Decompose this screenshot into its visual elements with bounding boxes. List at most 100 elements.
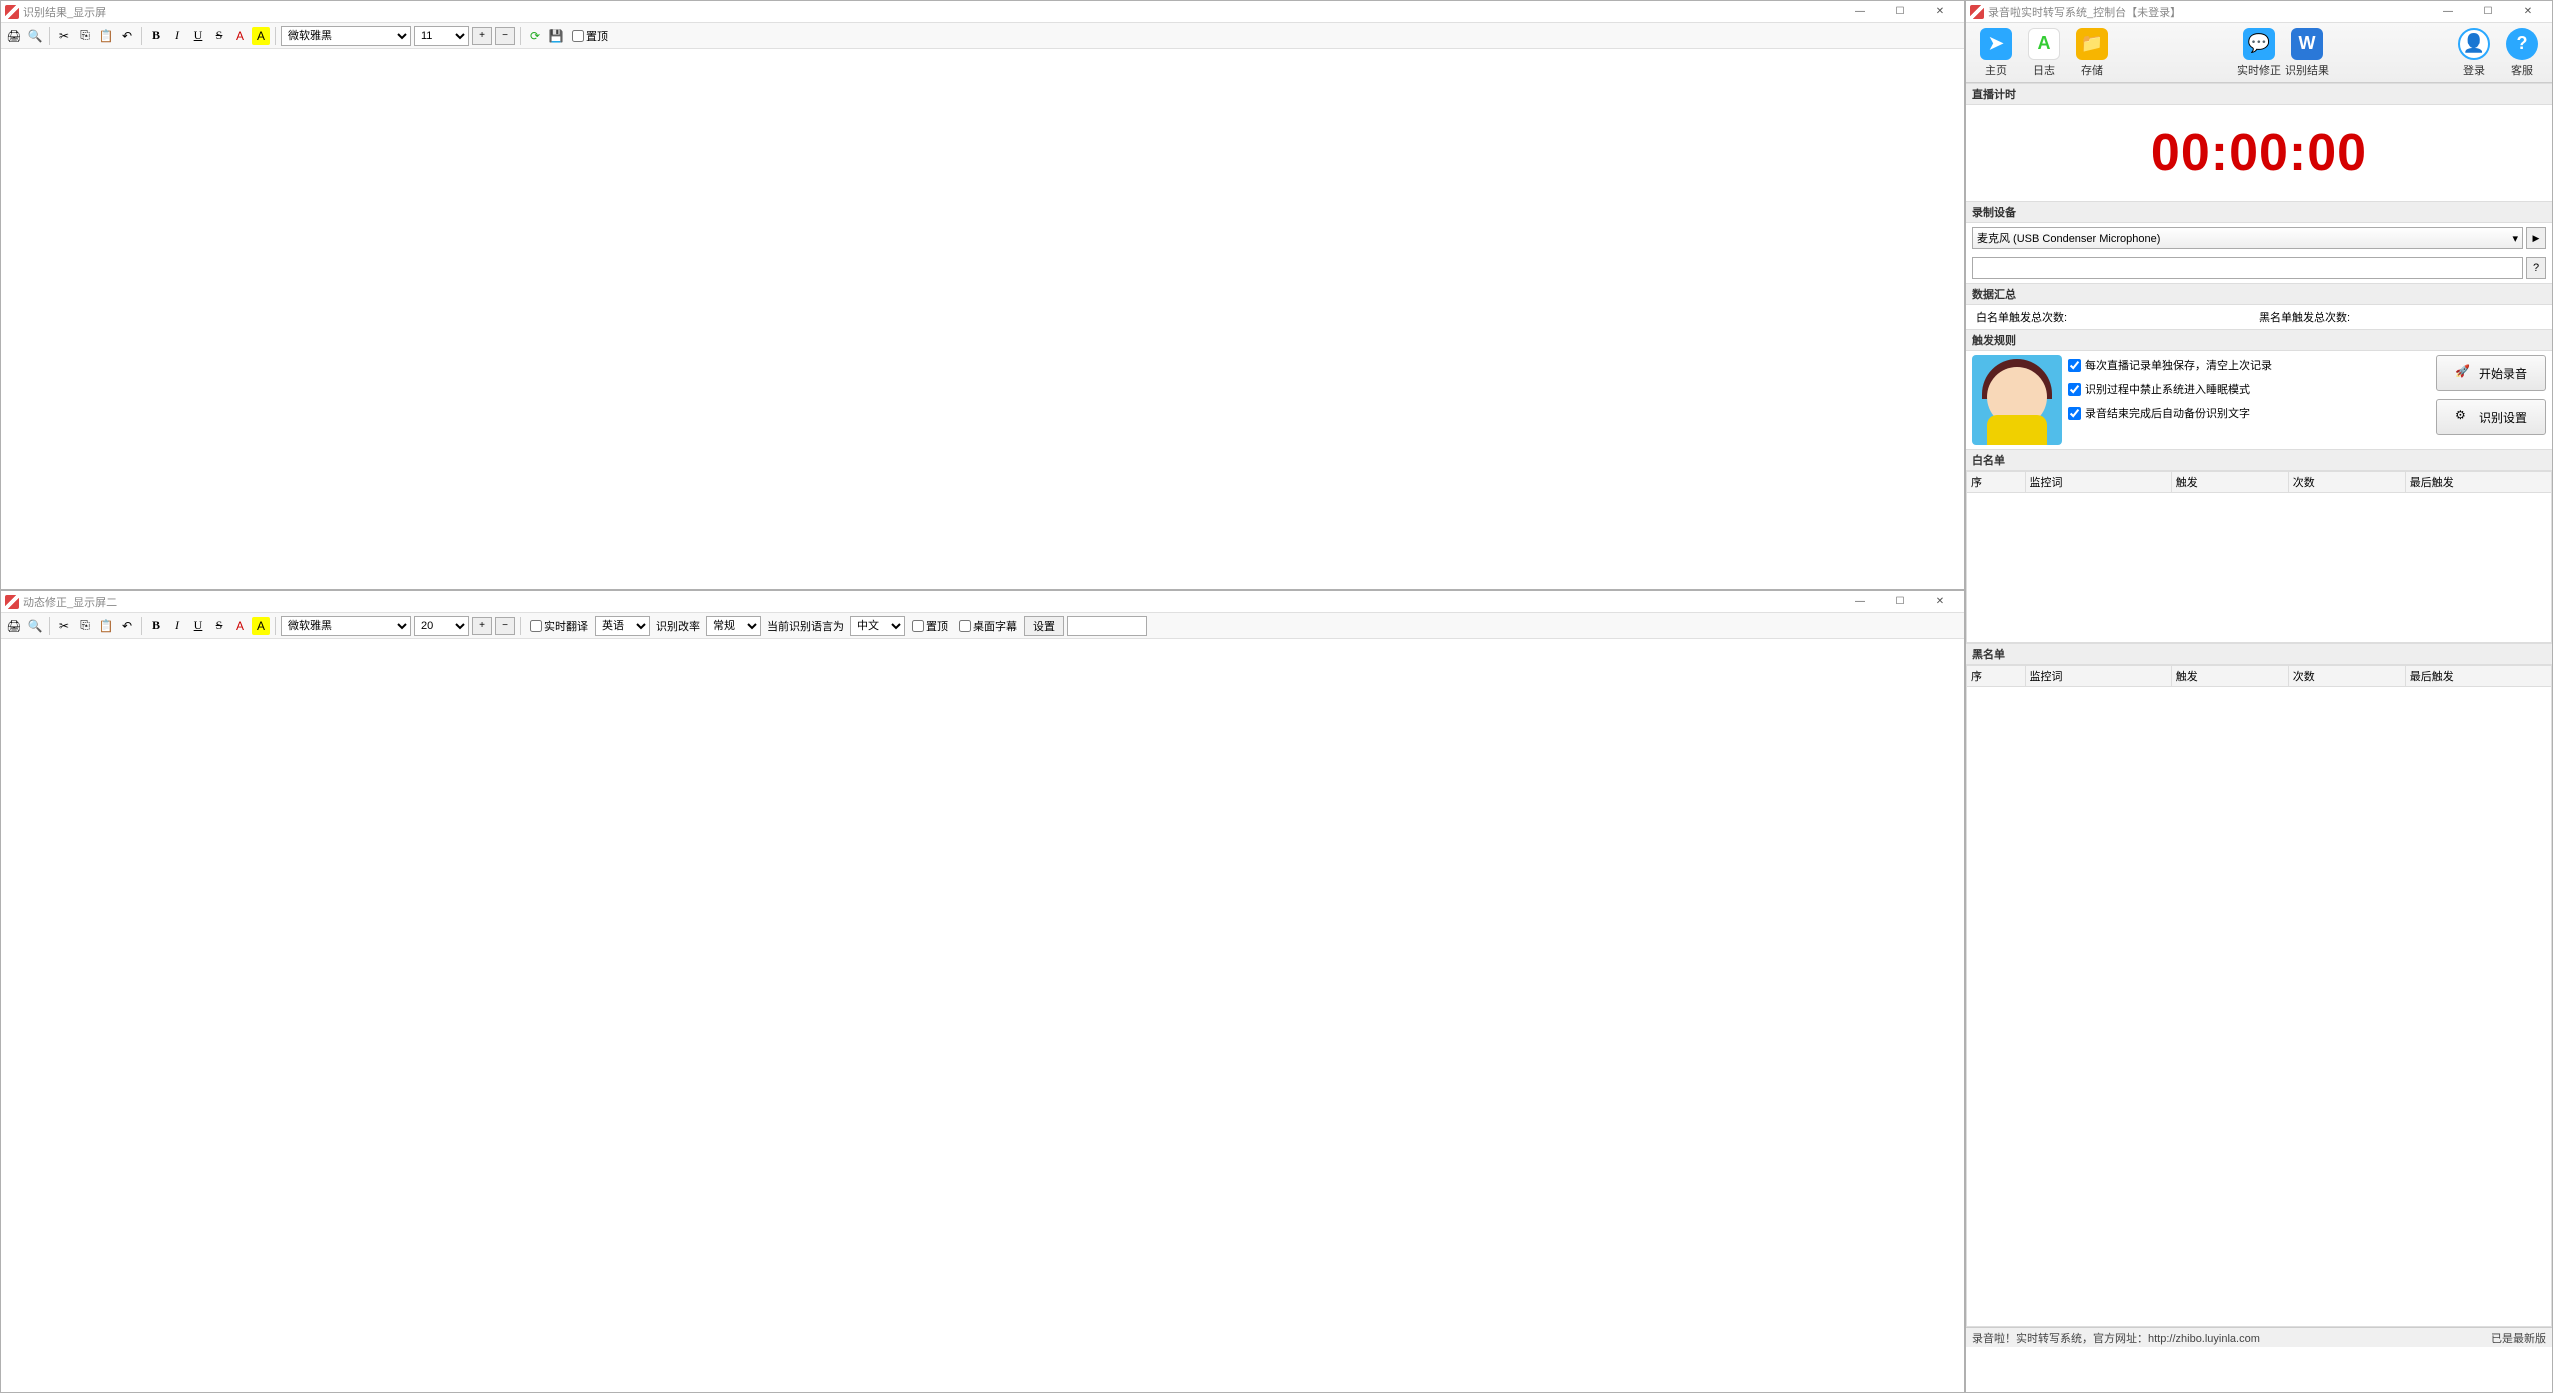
close-button[interactable]: ✕ — [1920, 1, 1960, 23]
col-keyword[interactable]: 监控词 — [2025, 666, 2171, 687]
minimize-button[interactable]: — — [2428, 1, 2468, 23]
app-icon — [1970, 5, 1984, 19]
rules-header: 触发规则 — [1966, 329, 2552, 351]
editor-content-2[interactable] — [1, 639, 1964, 1392]
strike-button[interactable]: S — [210, 27, 228, 45]
nav-realtime-label: 实时修正 — [2237, 62, 2281, 78]
minimize-button[interactable]: — — [1840, 1, 1880, 23]
col-seq[interactable]: 序 — [1967, 666, 2026, 687]
col-count[interactable]: 次数 — [2288, 666, 2405, 687]
font-color-button[interactable]: A — [231, 27, 249, 45]
copy-icon[interactable]: ⎘ — [76, 617, 94, 635]
size-decrease-button[interactable]: − — [495, 617, 515, 635]
nav-log[interactable]: A 日志 — [2020, 28, 2068, 78]
nav-home[interactable]: ➤ 主页 — [1972, 28, 2020, 78]
extra-input[interactable] — [1067, 616, 1147, 636]
editor-content-1[interactable] — [1, 49, 1964, 589]
italic-button[interactable]: I — [168, 617, 186, 635]
size-increase-button[interactable]: + — [472, 27, 492, 45]
rocket-icon: 🚀 — [2455, 364, 2473, 382]
font-size-select[interactable]: 11 — [414, 26, 469, 46]
overlay-checkbox-1[interactable]: 置顶 — [572, 28, 608, 44]
font-select[interactable]: 微软雅黑 — [281, 616, 411, 636]
highlight-button[interactable]: A — [252, 27, 270, 45]
nav-login[interactable]: 👤 登录 — [2450, 28, 2498, 78]
titlebar-2[interactable]: 动态修正_显示屏二 — ☐ ✕ — [1, 591, 1964, 613]
rule-1-checkbox[interactable]: 每次直播记录单独保存，清空上次记录 — [2068, 357, 2430, 373]
rule-3-checkbox[interactable]: 录音结束完成后自动备份识别文字 — [2068, 405, 2430, 421]
save-icon[interactable]: 💾 — [547, 27, 565, 45]
titlebar-1[interactable]: 识别结果_显示屏 — ☐ ✕ — [1, 1, 1964, 23]
preview-icon[interactable]: 🔍 — [26, 27, 44, 45]
highlight-button[interactable]: A — [252, 617, 270, 635]
device-next-button[interactable]: ▶ — [2526, 227, 2546, 249]
nav-support[interactable]: ? 客服 — [2498, 28, 2546, 78]
settings-button[interactable]: 设置 — [1024, 616, 1064, 636]
col-seq[interactable]: 序 — [1967, 472, 2026, 493]
print-icon[interactable]: 🖨 — [5, 27, 23, 45]
app-icon — [5, 5, 19, 19]
font-size-select[interactable]: 20 — [414, 616, 469, 636]
bold-button[interactable]: B — [147, 617, 165, 635]
refresh-icon[interactable]: ⟳ — [526, 27, 544, 45]
overlay-checkbox-2[interactable]: 置顶 — [912, 618, 948, 634]
preview-icon[interactable]: 🔍 — [26, 617, 44, 635]
rule-2-checkbox[interactable]: 识别过程中禁止系统进入睡眠模式 — [2068, 381, 2430, 397]
start-record-label: 开始录音 — [2479, 365, 2527, 382]
minimize-button[interactable]: — — [1840, 591, 1880, 613]
control-panel-window: 录音啦实时转写系统_控制台【未登录】 — ☐ ✕ ➤ 主页 A 日志 📁 存储 … — [1965, 0, 2553, 1393]
underline-button[interactable]: U — [189, 617, 207, 635]
nav-result[interactable]: W 识别结果 — [2283, 28, 2331, 78]
rule-1-label: 每次直播记录单独保存，清空上次记录 — [2085, 357, 2272, 373]
col-last[interactable]: 最后触发 — [2405, 472, 2551, 493]
desktop-subtitle-checkbox[interactable]: 桌面字幕 — [959, 618, 1017, 634]
copy-icon[interactable]: ⎘ — [76, 27, 94, 45]
col-keyword[interactable]: 监控词 — [2025, 472, 2171, 493]
whitelist-header: 白名单 — [1966, 449, 2552, 471]
bold-button[interactable]: B — [147, 27, 165, 45]
nav-realtime[interactable]: 💬 实时修正 — [2235, 28, 2283, 78]
device-select-value: 麦克风 (USB Condenser Microphone) — [1977, 230, 2160, 246]
col-trigger[interactable]: 触发 — [2171, 472, 2288, 493]
device-help-button[interactable]: ? — [2526, 257, 2546, 279]
print-icon[interactable]: 🖨 — [5, 617, 23, 635]
source-lang-select[interactable]: 英语 — [595, 616, 650, 636]
close-button[interactable]: ✕ — [1920, 591, 1960, 613]
col-trigger[interactable]: 触发 — [2171, 666, 2288, 687]
device-select[interactable]: 麦克风 (USB Condenser Microphone) ▾ — [1972, 227, 2523, 249]
font-color-button[interactable]: A — [231, 617, 249, 635]
realtime-translate-checkbox[interactable]: 实时翻译 — [530, 618, 588, 634]
recognize-settings-button[interactable]: ⚙ 识别设置 — [2436, 399, 2546, 435]
close-button[interactable]: ✕ — [2508, 1, 2548, 23]
nav-save[interactable]: 📁 存储 — [2068, 28, 2116, 78]
folder-icon: 📁 — [2076, 28, 2108, 60]
paste-icon[interactable]: 📋 — [97, 617, 115, 635]
rate-select[interactable]: 常规 — [706, 616, 761, 636]
italic-button[interactable]: I — [168, 27, 186, 45]
cut-icon[interactable]: ✂ — [55, 617, 73, 635]
maximize-button[interactable]: ☐ — [1880, 591, 1920, 613]
maximize-button[interactable]: ☐ — [2468, 1, 2508, 23]
maximize-button[interactable]: ☐ — [1880, 1, 1920, 23]
col-last[interactable]: 最后触发 — [2405, 666, 2551, 687]
current-lang-select[interactable]: 中文 — [850, 616, 905, 636]
gear-icon: ⚙ — [2455, 408, 2473, 426]
paste-icon[interactable]: 📋 — [97, 27, 115, 45]
size-decrease-button[interactable]: − — [495, 27, 515, 45]
col-count[interactable]: 次数 — [2288, 472, 2405, 493]
font-select[interactable]: 微软雅黑 — [281, 26, 411, 46]
undo-icon[interactable]: ↶ — [118, 617, 136, 635]
device-path-input[interactable] — [1972, 257, 2523, 279]
cut-icon[interactable]: ✂ — [55, 27, 73, 45]
undo-icon[interactable]: ↶ — [118, 27, 136, 45]
strike-button[interactable]: S — [210, 617, 228, 635]
blacklist-body[interactable] — [1966, 687, 2552, 1327]
realtime-translate-label: 实时翻译 — [544, 618, 588, 634]
titlebar-cp[interactable]: 录音啦实时转写系统_控制台【未登录】 — ☐ ✕ — [1966, 1, 2552, 23]
timer-header: 直播计时 — [1966, 83, 2552, 105]
start-record-button[interactable]: 🚀 开始录音 — [2436, 355, 2546, 391]
whitelist-body[interactable] — [1966, 493, 2552, 643]
correction-display-window: 动态修正_显示屏二 — ☐ ✕ 🖨 🔍 ✂ ⎘ 📋 ↶ B I U S A A … — [0, 590, 1965, 1393]
underline-button[interactable]: U — [189, 27, 207, 45]
size-increase-button[interactable]: + — [472, 617, 492, 635]
